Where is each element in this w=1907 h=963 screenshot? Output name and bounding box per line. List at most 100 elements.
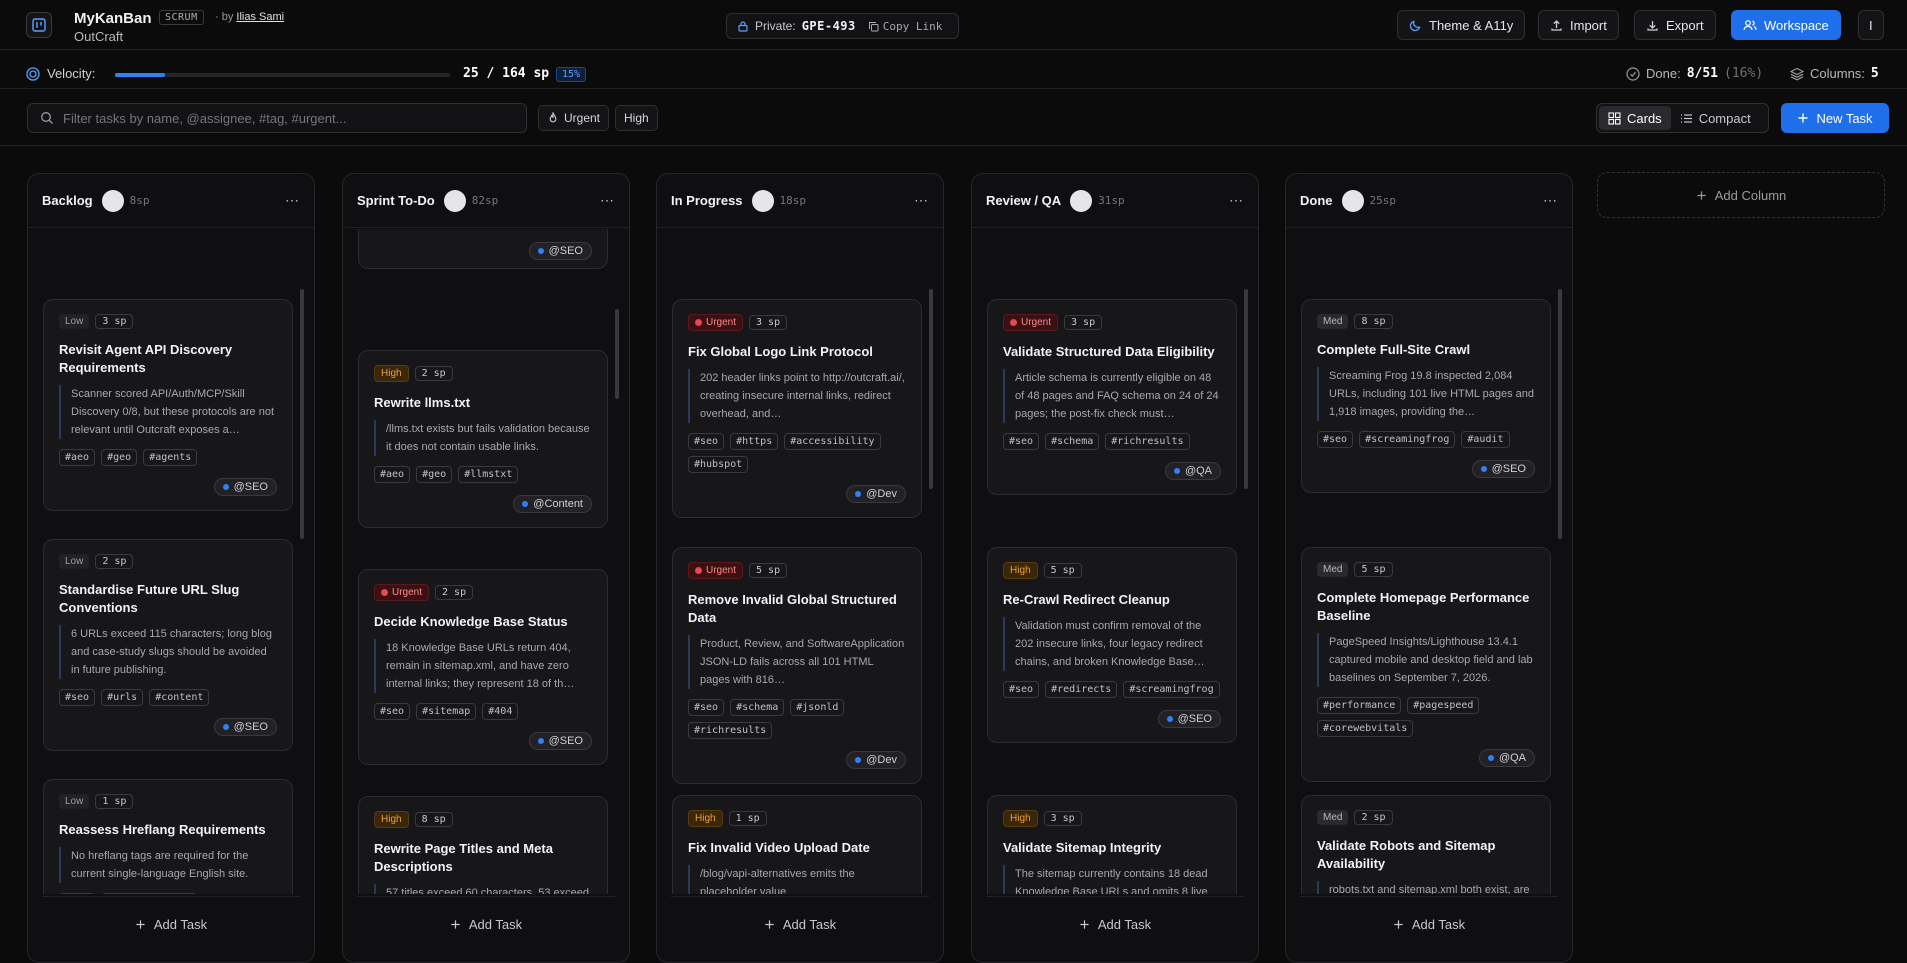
card-description: /llms.txt exists but fails validation be… [374, 420, 592, 456]
filter-urgent-chip[interactable]: Urgent [538, 105, 610, 131]
copy-link-button[interactable]: Copy Link [868, 20, 942, 33]
tag-chip[interactable]: #llmstxt [458, 466, 519, 483]
assignee-chip[interactable]: @SEO [213, 718, 277, 736]
task-card[interactable]: Low 2 sp Standardise Future URL Slug Conve… [43, 539, 293, 751]
tag-chip[interactable]: #redirects [1045, 681, 1118, 698]
column-menu-icon[interactable]: ⋯ [1543, 192, 1558, 209]
task-card[interactable]: High 2 sp Rewrite llms.txt/llms.txt exists… [358, 350, 608, 528]
column-menu-icon[interactable]: ⋯ [1229, 192, 1244, 209]
assignee-chip[interactable]: @SEO [1157, 710, 1221, 728]
tag-chip[interactable]: #seo [374, 703, 411, 720]
add-column-button[interactable]: Add Column [1597, 172, 1885, 218]
assignee-chip[interactable]: @Dev [846, 485, 906, 503]
tag-chip[interactable]: #seo [688, 699, 725, 716]
tag-chip[interactable]: #aeo [59, 449, 96, 466]
add-task-button[interactable]: Add Task [986, 896, 1244, 952]
column-count-badge [1341, 189, 1364, 212]
column-scrollbar[interactable] [929, 289, 933, 489]
tag-chip[interactable]: #schema [730, 699, 785, 716]
tag-chip[interactable]: #aeo [374, 466, 411, 483]
tag-chip[interactable]: #performance [1317, 697, 1402, 714]
plus-icon [451, 920, 460, 929]
new-task-button[interactable]: New Task [1781, 103, 1889, 133]
tag-chip[interactable]: #corewebvitals [1317, 720, 1414, 737]
column-menu-icon[interactable]: ⋯ [914, 192, 929, 209]
column-menu-icon[interactable]: ⋯ [600, 192, 615, 209]
add-task-button[interactable]: Add Task [671, 896, 929, 952]
task-card[interactable]: Urgent 3 sp Validate Structured Data Eligi… [987, 299, 1237, 495]
column-body: Urgent 3 sp Fix Global Logo Link Protocol 2… [657, 229, 943, 894]
task-card[interactable]: High 1 sp Fix Invalid Video Upload Date/bl… [672, 795, 922, 894]
tag-chip[interactable]: #https [730, 433, 779, 450]
column-scrollbar[interactable] [615, 309, 619, 399]
tag-chip[interactable]: #seo [59, 893, 96, 894]
search-input[interactable] [63, 110, 514, 126]
task-card[interactable]: Urgent 3 sp Fix Global Logo Link Protocol 2… [672, 299, 922, 518]
task-card[interactable]: Urgent 5 sp Remove Invalid Global Structur… [672, 547, 922, 784]
assignee-chip[interactable]: @QA [1478, 749, 1535, 767]
author-link[interactable]: Ilias Sami [236, 11, 284, 23]
tag-chip[interactable]: #sitemap [416, 703, 477, 720]
card-assignee: @Dev [688, 485, 906, 503]
view-cards-button[interactable]: Cards [1599, 106, 1671, 130]
column-scrollbar[interactable] [300, 289, 304, 539]
view-compact-button[interactable]: Compact [1671, 106, 1760, 130]
tag-chip[interactable]: #seo [59, 689, 96, 706]
tag-chip[interactable]: #jsonld [790, 699, 845, 716]
assignee-chip[interactable]: @SEO [528, 732, 592, 750]
tag-chip[interactable]: #geo [101, 449, 138, 466]
task-card[interactable]: Med 5 sp Complete Homepage Performance Bas… [1301, 547, 1551, 782]
column-menu-icon[interactable]: ⋯ [285, 192, 300, 209]
filter-high-chip[interactable]: High [615, 105, 658, 131]
export-button[interactable]: Export [1634, 10, 1716, 40]
column-count-badge [1070, 189, 1093, 212]
workspace-button[interactable]: Workspace [1731, 10, 1841, 40]
tag-chip[interactable]: #hubspot [688, 456, 749, 473]
assignee-chip[interactable]: @SEO [1471, 460, 1535, 478]
column-title: Backlog [42, 193, 93, 208]
tag-chip[interactable]: #seo [1317, 431, 1354, 448]
tag-chip[interactable]: #seo [1003, 681, 1040, 698]
column-scrollbar[interactable] [1244, 289, 1248, 489]
tag-chip[interactable]: #urls [101, 689, 144, 706]
task-card[interactable]: High 8 sp Rewrite Page Titles and Meta Des… [358, 796, 608, 894]
tag-chip[interactable]: #screamingfrog [1359, 431, 1456, 448]
card-title: Standardise Future URL Slug Conventions [59, 582, 240, 615]
tag-chip[interactable]: #accessibility [784, 433, 881, 450]
add-task-button[interactable]: Add Task [1300, 896, 1558, 952]
assignee-chip[interactable]: @QA [1164, 462, 1221, 480]
assignee-chip[interactable]: @Dev [846, 751, 906, 769]
add-task-button[interactable]: Add Task [357, 896, 615, 952]
tag-chip[interactable]: #international [101, 893, 198, 894]
import-button[interactable]: Import [1538, 10, 1619, 40]
tag-chip[interactable]: #404 [482, 703, 519, 720]
tag-chip[interactable]: #richresults [1105, 433, 1190, 450]
tag-chip[interactable]: #geo [416, 466, 453, 483]
assignee-chip[interactable]: @SEO [528, 242, 592, 260]
task-card[interactable]: Low 1 sp Reassess Hreflang Requirements No … [43, 779, 293, 894]
tag-chip[interactable]: #audit [1461, 431, 1510, 448]
tag-chip[interactable]: #seo [688, 433, 725, 450]
add-task-button[interactable]: Add Task [42, 896, 300, 952]
task-card[interactable]: Med 2 sp Validate Robots and Sitemap Avail… [1301, 795, 1551, 894]
tag-chip[interactable]: #pagespeed [1407, 697, 1480, 714]
task-card[interactable]: High 3 sp Validate Sitemap Integrity The si… [987, 795, 1237, 894]
tag-chip[interactable]: #screamingfrog [1123, 681, 1220, 698]
task-card[interactable]: Low 3 sp Revisit Agent API Discovery Requi… [43, 299, 293, 511]
assignee-chip[interactable]: @Content [513, 495, 592, 513]
info-button[interactable]: I [1858, 10, 1884, 40]
assignee-chip[interactable]: @SEO [213, 478, 277, 496]
tag-chip[interactable]: #agents [143, 449, 198, 466]
card-partial[interactable]: @SEO [358, 229, 608, 269]
tag-chip[interactable]: #schema [1045, 433, 1100, 450]
column-scrollbar[interactable] [1558, 289, 1562, 539]
app-logo-icon[interactable] [26, 12, 52, 38]
plus-icon [765, 920, 774, 929]
task-card[interactable]: Med 8 sp Complete Full-Site Crawl Screaming… [1301, 299, 1551, 493]
task-card[interactable]: High 5 sp Re-Crawl Redirect Cleanup Validat… [987, 547, 1237, 743]
tag-chip[interactable]: #seo [1003, 433, 1040, 450]
tag-chip[interactable]: #richresults [688, 722, 773, 739]
tag-chip[interactable]: #content [149, 689, 210, 706]
theme-a11y-button[interactable]: Theme & A11y [1397, 10, 1526, 40]
task-card[interactable]: Urgent 2 sp Decide Knowledge Base Status 18… [358, 569, 608, 765]
